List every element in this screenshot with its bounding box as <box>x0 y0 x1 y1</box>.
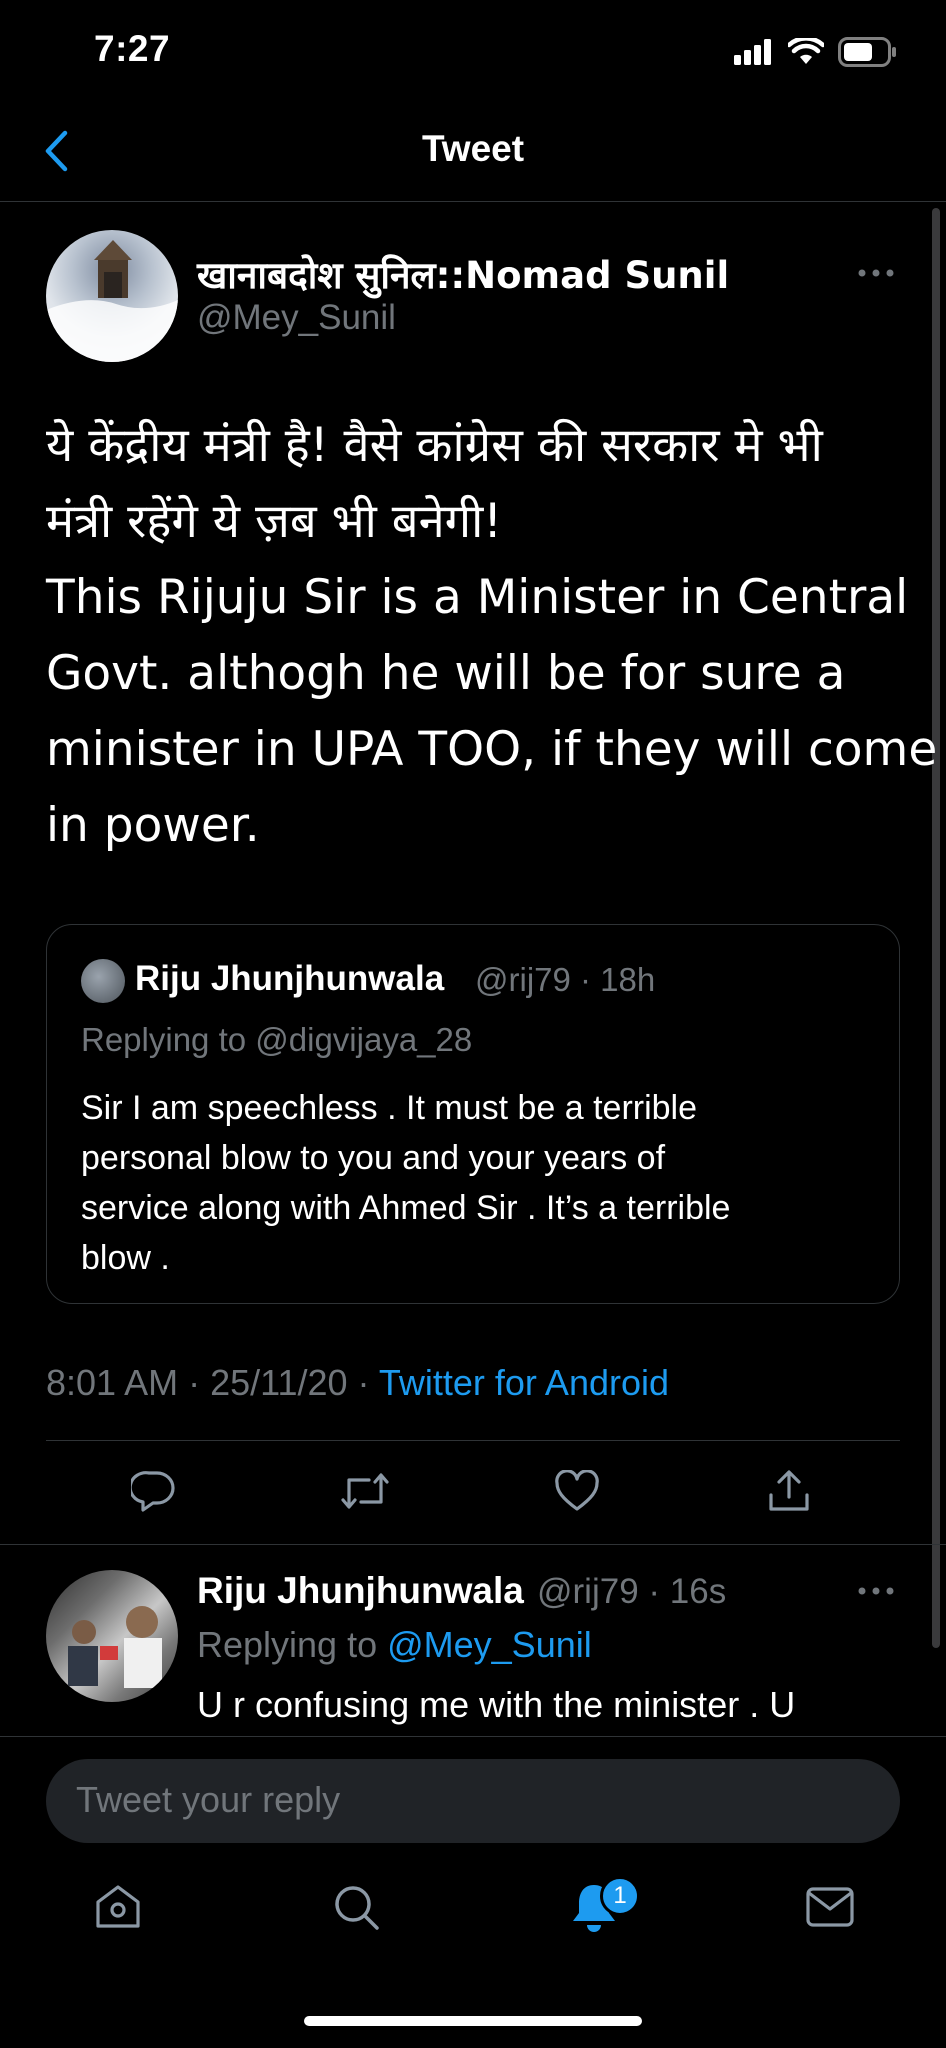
battery-icon <box>838 37 896 67</box>
quoted-avatar <box>81 959 125 1003</box>
composer-placeholder: Tweet your reply <box>76 1779 341 1820</box>
heart-icon <box>555 1470 599 1511</box>
more-options-button[interactable] <box>856 258 896 288</box>
home-indicator[interactable] <box>304 2016 642 2026</box>
quoted-replying-to: Replying to @digvijaya_28 <box>81 1021 473 1058</box>
like-button[interactable] <box>550 1464 604 1518</box>
author-name[interactable]: खानाबदोश सुनिल::Nomad Sunil <box>197 248 729 299</box>
reply-more-options-button[interactable] <box>856 1576 896 1606</box>
replying-prefix: Replying to <box>197 1624 388 1665</box>
quoted-meta: @rij79 · 18h <box>475 961 656 998</box>
home-icon <box>96 1885 140 1928</box>
tab-home[interactable] <box>88 1877 148 1937</box>
search-icon <box>335 1886 379 1930</box>
divider <box>0 1544 946 1545</box>
avatar[interactable] <box>46 230 178 362</box>
reply-text: U r confusing me with the minister . U <box>197 1684 796 1725</box>
tweet-text-line: Govt. althogh he will be for sure a <box>46 646 846 701</box>
quoted-text: Sir I am speechless . It must be a terri… <box>81 1083 881 1283</box>
quoted-text-line: personal blow to you and your years of <box>81 1139 666 1177</box>
tab-bar <box>0 1877 946 1967</box>
tweet-text-line: ये केंद्रीय मंत्री है! वैसे कांग्रेस की … <box>46 418 823 473</box>
wifi-icon <box>788 38 824 64</box>
retweet-button[interactable] <box>338 1464 392 1518</box>
cellular-signal-icon <box>734 39 771 65</box>
reply-button[interactable] <box>126 1464 180 1518</box>
status-icons <box>734 36 898 68</box>
more-horizontal-icon <box>858 269 894 277</box>
share-icon <box>769 1470 809 1511</box>
reply-icon <box>131 1471 175 1512</box>
timestamp-text: 8:01 AM · 25/11/20 · <box>46 1362 379 1403</box>
action-bar <box>0 1464 946 1534</box>
status-time: 7:27 <box>94 28 171 69</box>
bottom-panel: Tweet your reply <box>0 1736 946 2048</box>
share-button[interactable] <box>762 1464 816 1518</box>
reply-avatar-image <box>68 1606 162 1688</box>
mention-link[interactable]: @Mey_Sunil <box>387 1624 592 1665</box>
tweet-text-line: मंत्री रहेंगे ये ज़ब भी बनेगी! <box>46 494 503 549</box>
quoted-text-line: service along with Ahmed Sir . It’s a te… <box>81 1189 731 1227</box>
retweet-icon <box>341 1473 389 1509</box>
quoted-author-name: Riju Jhunjhunwala <box>135 959 445 998</box>
notifications-badge: 1 <box>600 1876 640 1916</box>
reply-avatar[interactable] <box>46 1570 178 1702</box>
status-bar: 7:27 <box>0 0 946 100</box>
avatar-image <box>46 240 178 362</box>
reply-replying-to: Replying to @Mey_Sunil <box>197 1624 592 1666</box>
page-title: Tweet <box>421 128 525 169</box>
tab-search[interactable] <box>326 1877 386 1937</box>
scrollbar[interactable] <box>932 208 940 1648</box>
quoted-text-line: Sir I am speechless . It must be a terri… <box>81 1089 698 1127</box>
tab-messages[interactable] <box>800 1877 860 1937</box>
tweet-text-line: This Rijuju Sir is a Minister in Central <box>46 570 909 625</box>
tweet-timestamp: 8:01 AM · 25/11/20 · Twitter for Android <box>46 1362 669 1404</box>
quoted-text-line: blow . <box>81 1239 170 1277</box>
quoted-tweet[interactable]: Riju Jhunjhunwala @rij79 · 18h Replying … <box>46 924 900 1304</box>
tweet-text-line: in power. <box>46 798 260 853</box>
source-link[interactable]: Twitter for Android <box>379 1362 669 1403</box>
tweet-text: ये केंद्रीय मंत्री है! वैसे कांग्रेस की … <box>46 408 938 864</box>
author-handle[interactable]: @Mey_Sunil <box>197 298 396 338</box>
reply-meta: @rij79 · 16s <box>537 1572 727 1611</box>
reply-author-name[interactable]: Riju Jhunjhunwala <box>197 1570 524 1612</box>
divider <box>46 1440 900 1441</box>
tweet-text-line: minister in UPA TOO, if they will come <box>46 722 938 777</box>
more-horizontal-icon <box>858 1587 894 1595</box>
header: Tweet <box>0 100 946 202</box>
reply-composer[interactable]: Tweet your reply <box>46 1759 900 1843</box>
mail-icon <box>806 1887 854 1927</box>
